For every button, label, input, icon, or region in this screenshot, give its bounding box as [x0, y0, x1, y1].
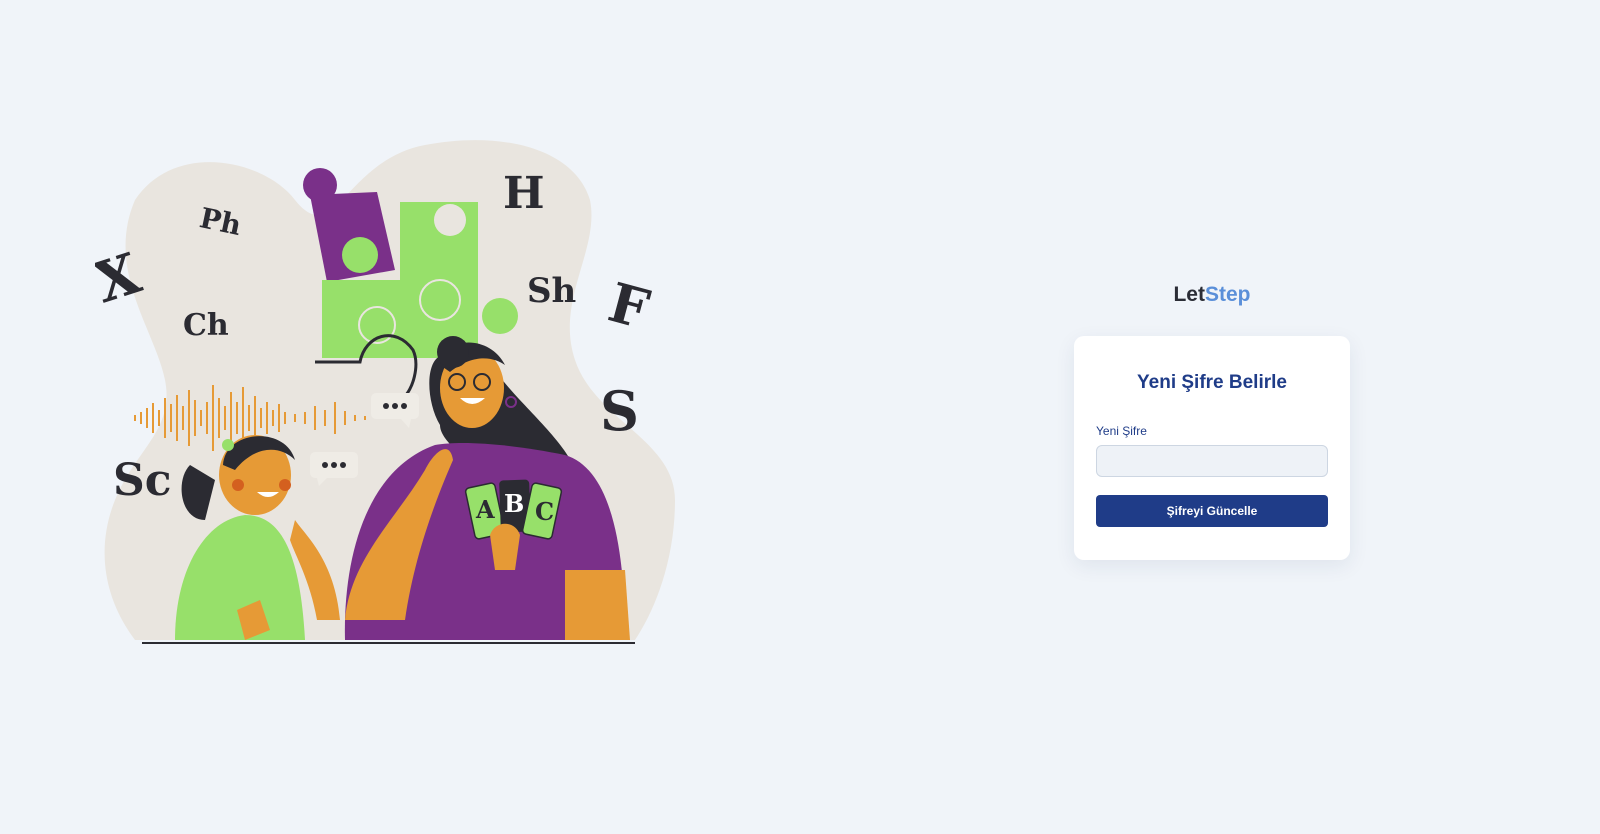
auth-panel: LetStep Yeni Şifre Belirle Yeni Şifre Şi…: [1074, 280, 1350, 560]
letter-h: H: [503, 168, 545, 219]
phonics-learning-illustration: X Ph Ch H Sh F S Sc A B C: [95, 140, 675, 644]
card-a: A: [475, 495, 495, 524]
letter-f: F: [602, 270, 656, 342]
brand-part-step: Step: [1204, 283, 1251, 306]
brand-part-let: Let: [1173, 283, 1205, 306]
password-label: Yeni Şifre: [1096, 424, 1147, 438]
letter-ch: Ch: [183, 308, 229, 343]
card-c: C: [535, 497, 554, 526]
letter-sh: Sh: [527, 271, 576, 311]
card-title: Yeni Şifre Belirle: [1137, 372, 1287, 393]
letter-sc: Sc: [113, 455, 172, 506]
reset-password-card: Yeni Şifre Belirle Yeni Şifre Şifreyi Gü…: [1074, 336, 1350, 560]
password-input[interactable]: [1096, 445, 1328, 477]
letter-s: S: [600, 379, 639, 443]
brand-logo: LetStep: [1074, 280, 1350, 310]
hero-illustration: X Ph Ch H Sh F S Sc A B C: [95, 140, 695, 660]
card-b: B: [504, 489, 524, 518]
update-password-button[interactable]: Şifreyi Güncelle: [1096, 495, 1328, 527]
